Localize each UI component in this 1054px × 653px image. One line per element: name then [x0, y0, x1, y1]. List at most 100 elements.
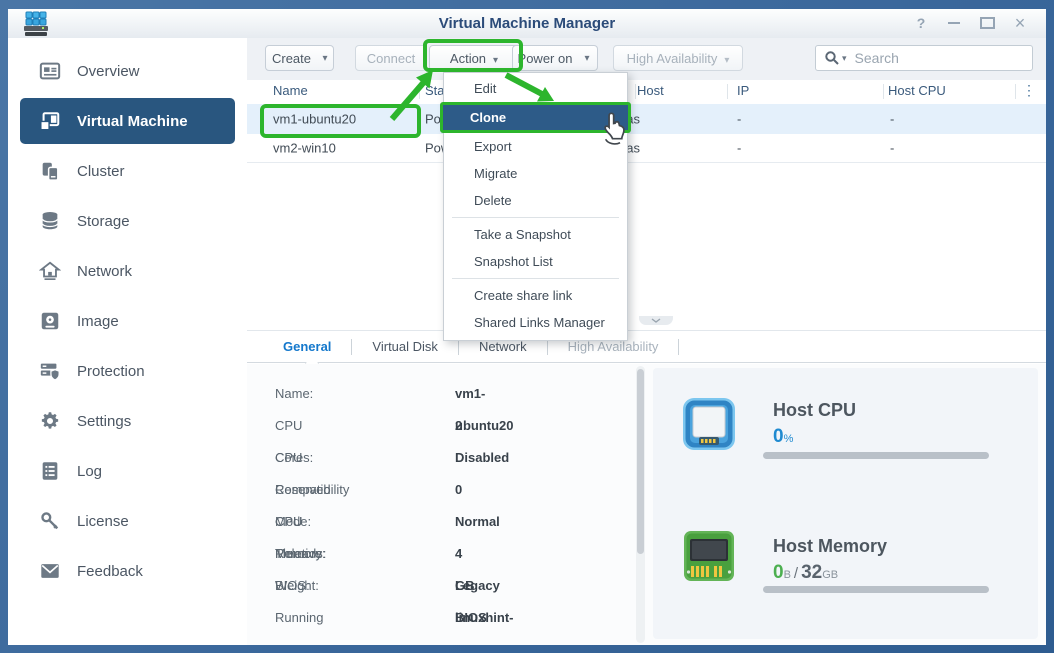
menu-item-snapshot-list[interactable]: Snapshot List: [444, 248, 627, 275]
action-caret-icon: [493, 51, 498, 66]
sidebar-item-virtual-machine[interactable]: Virtual Machine: [20, 98, 235, 144]
sidebar-item-label: License: [77, 512, 129, 530]
sidebar-item-label: Protection: [77, 362, 145, 380]
cell-ip: -: [737, 140, 742, 156]
power-on-dropdown-button[interactable]: [577, 45, 598, 71]
menu-item-delete[interactable]: Delete: [444, 187, 627, 214]
connect-button-label: Connect: [366, 50, 416, 66]
tab-high-availability: High Availability: [567, 339, 659, 354]
scrollbar-thumb[interactable]: [637, 369, 644, 554]
sidebar-item-label: Overview: [77, 62, 140, 80]
image-icon: [38, 309, 62, 333]
tab-general[interactable]: General: [283, 339, 331, 354]
settings-icon: [38, 409, 62, 433]
minimize-button[interactable]: [946, 14, 962, 32]
cpu-percent-value: 0: [773, 426, 784, 447]
host-memory-value: 0B/32GB: [773, 562, 838, 584]
field-label: Running Host:: [275, 610, 324, 645]
sidebar-item-label: Log: [77, 462, 103, 480]
column-divider: [883, 84, 884, 99]
power-on-button-label: Power on: [517, 50, 573, 66]
menu-item-export[interactable]: Export: [444, 133, 627, 160]
connect-button: Connect: [355, 45, 427, 71]
host-memory-title: Host Memory: [773, 536, 888, 556]
column-header-ip[interactable]: IP: [737, 83, 749, 98]
window-title: Virtual Machine Manager: [438, 15, 616, 32]
search-options-caret-icon[interactable]: ▾: [842, 53, 847, 64]
maximize-button[interactable]: [979, 14, 995, 32]
detail-tabs: General Virtual Disk Network High Availa…: [247, 330, 1046, 363]
cluster-icon: [38, 159, 62, 183]
sidebar-item-log[interactable]: Log: [8, 446, 247, 496]
help-button[interactable]: ?: [913, 14, 929, 32]
sidebar-item-protection[interactable]: Protection: [8, 346, 247, 396]
create-button[interactable]: Create: [265, 45, 318, 71]
search-input[interactable]: [852, 49, 1007, 67]
sidebar-item-overview[interactable]: Overview: [8, 46, 247, 96]
column-header-host-cpu[interactable]: Host CPU: [888, 83, 946, 98]
tab-network[interactable]: Network: [479, 339, 527, 354]
sidebar-item-license[interactable]: License: [8, 496, 247, 546]
sidebar: Overview Virtual Machine Cluster Storage: [8, 38, 247, 645]
sidebar-item-network[interactable]: Network: [8, 246, 247, 296]
column-divider: [1015, 84, 1016, 99]
memory-used-value: 0: [773, 562, 784, 583]
field-label: Memory:: [275, 546, 326, 561]
menu-item-migrate[interactable]: Migrate: [444, 160, 627, 187]
tab-virtual-disk[interactable]: Virtual Disk: [372, 339, 438, 354]
field-value: 0: [455, 482, 463, 497]
sidebar-item-storage[interactable]: Storage: [8, 196, 247, 246]
menu-item-create-share-link[interactable]: Create share link: [444, 282, 627, 309]
menu-item-edit[interactable]: Edit: [444, 75, 627, 102]
close-button[interactable]: ×: [1012, 13, 1028, 33]
scrollbar: [636, 366, 645, 643]
chevron-down-icon: [651, 318, 661, 323]
feedback-icon: [38, 559, 62, 583]
action-button[interactable]: Action: [429, 45, 519, 71]
column-options-icon[interactable]: [1021, 82, 1037, 100]
sidebar-item-cluster[interactable]: Cluster: [8, 146, 247, 196]
log-icon: [38, 459, 62, 483]
main-content: Create Connect Action Power on High Avai…: [247, 38, 1046, 645]
column-divider: [419, 84, 420, 99]
menu-item-take-a-snapshot[interactable]: Take a Snapshot: [444, 221, 627, 248]
create-button-label: Create: [271, 50, 312, 66]
action-button-label: Action: [449, 50, 487, 66]
sidebar-item-settings[interactable]: Settings: [8, 396, 247, 446]
sidebar-item-label: Network: [77, 262, 133, 280]
sidebar-item-label: Settings: [77, 412, 132, 430]
menu-item-shared-links-manager[interactable]: Shared Links Manager: [444, 309, 627, 336]
memory-total-unit: GB: [822, 569, 839, 581]
field-value: Normal: [455, 514, 500, 529]
host-memory-progress-bar: [763, 586, 989, 593]
power-on-button[interactable]: Power on: [512, 45, 578, 71]
cell-name: vm2-win10: [273, 140, 336, 156]
host-cpu-title: Host CPU: [773, 400, 857, 420]
host-cpu-value: 0%: [773, 426, 793, 448]
search-icon[interactable]: [824, 50, 840, 66]
tab-divider: [678, 338, 680, 355]
column-header-host[interactable]: Host: [637, 83, 664, 98]
high-availability-button: High Availability: [613, 45, 743, 71]
title-bar: Virtual Machine Manager ? ×: [8, 9, 1046, 39]
sidebar-item-label: Virtual Machine: [77, 112, 188, 130]
table-row-vm1[interactable]: vm1-ubuntu20 Powered off linuxhint-nas -…: [247, 104, 1046, 134]
search-box: ▾: [815, 45, 1033, 71]
column-header-name[interactable]: Name: [273, 83, 308, 98]
memory-used-unit: B: [783, 569, 791, 581]
sidebar-item-image[interactable]: Image: [8, 296, 247, 346]
table-row-vm2[interactable]: vm2-win10 Powered off linuxhint-nas - -: [247, 134, 1046, 163]
column-divider: [727, 84, 728, 99]
field-value: 2: [455, 418, 463, 433]
create-dropdown-button[interactable]: [317, 45, 334, 71]
panel-collapse-handle[interactable]: [639, 316, 673, 325]
menu-item-clone[interactable]: Clone: [440, 102, 631, 133]
toolbar: Create Connect Action Power on High Avai…: [247, 38, 1046, 80]
sidebar-item-feedback[interactable]: Feedback: [8, 546, 247, 596]
host-memory-icon: [681, 528, 737, 584]
vmm-window: Virtual Machine Manager ? × Overview Vir…: [0, 0, 1054, 653]
menu-divider: [452, 278, 619, 279]
memory-divider: /: [793, 565, 799, 582]
license-icon: [38, 509, 62, 533]
tab-divider: [351, 338, 353, 355]
